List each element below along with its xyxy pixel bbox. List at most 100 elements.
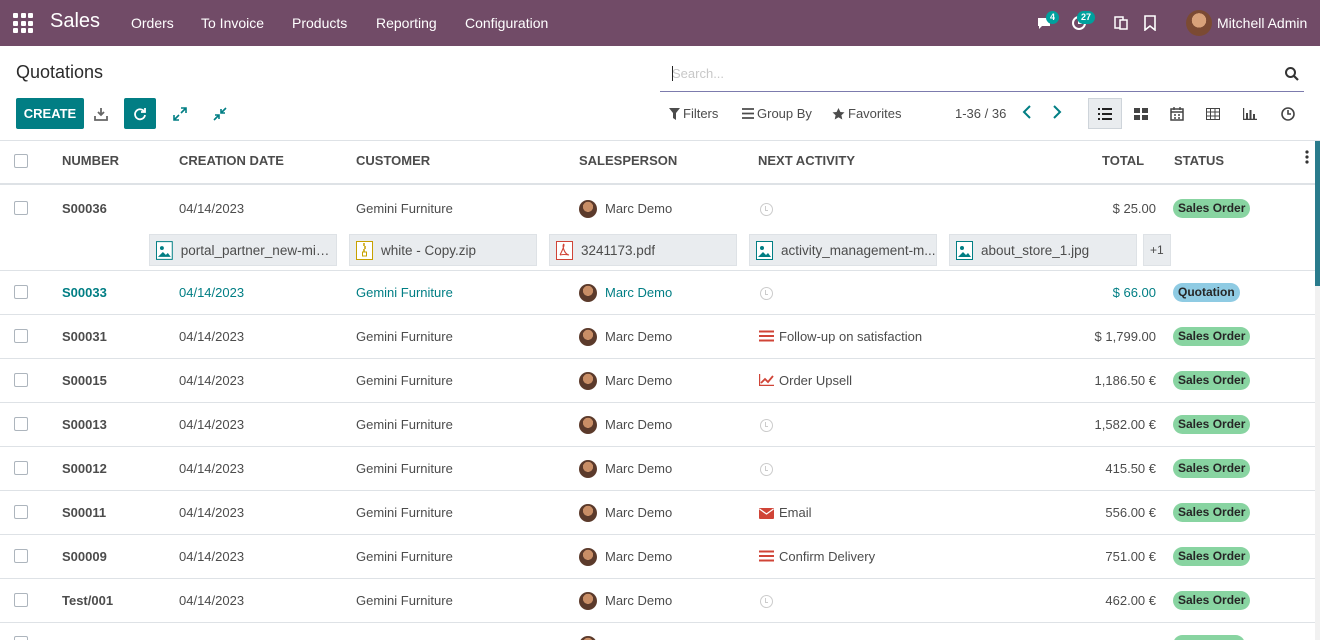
- row-checkbox[interactable]: [14, 373, 28, 387]
- row-checkbox[interactable]: [14, 329, 28, 343]
- avatar: [579, 504, 597, 522]
- row-salesperson: Marc Demo: [605, 373, 673, 388]
- clock-icon[interactable]: [760, 287, 773, 300]
- table-row[interactable]: S00033 04/14/2023 Gemini Furniture Marc …: [0, 271, 1316, 315]
- app-brand[interactable]: Sales: [50, 10, 100, 33]
- star-icon: [832, 107, 845, 119]
- user-avatar[interactable]: [1186, 10, 1212, 36]
- scrollbar-thumb[interactable]: [1315, 141, 1320, 286]
- avatar: [579, 328, 597, 346]
- row-checkbox[interactable]: [14, 461, 28, 475]
- row-checkbox[interactable]: [14, 201, 28, 215]
- header-salesperson[interactable]: SALESPERSON: [579, 153, 677, 168]
- collapse-icon[interactable]: [204, 98, 236, 129]
- calendar-view-icon[interactable]: [1160, 98, 1194, 129]
- clock-icon[interactable]: [760, 203, 773, 216]
- row-date: 04/14/2023: [179, 373, 245, 388]
- status-badge: Sales Order: [1173, 199, 1251, 218]
- attachment-chip[interactable]: 3241173.pdf: [549, 234, 737, 266]
- header-customer[interactable]: CUSTOMER: [356, 153, 430, 168]
- avatar: [579, 284, 597, 302]
- menu-reporting[interactable]: Reporting: [376, 15, 437, 31]
- top-navbar: Sales Orders To Invoice Products Reporti…: [0, 0, 1320, 46]
- optional-columns-icon[interactable]: [1305, 150, 1309, 167]
- table-row[interactable]: S00013 04/14/2023 Gemini Furniture Marc …: [0, 403, 1316, 447]
- table-row[interactable]: S00031 04/14/2023 Gemini Furniture Marc …: [0, 315, 1316, 359]
- attachment-chip[interactable]: about_store_1.jpg: [949, 234, 1137, 266]
- row-checkbox[interactable]: [14, 505, 28, 519]
- row-customer: Gemini Furniture: [356, 549, 453, 564]
- create-button[interactable]: CREATE: [16, 98, 84, 129]
- row-salesperson: Marc Demo: [605, 593, 673, 608]
- apps-menu-icon[interactable]: [13, 13, 33, 33]
- attachment-chip[interactable]: white - Copy.zip: [349, 234, 537, 266]
- kanban-view-icon[interactable]: [1124, 98, 1158, 129]
- attachment-chip[interactable]: portal_partner_new-min....: [149, 234, 337, 266]
- list-icon[interactable]: [759, 550, 774, 565]
- search-icon[interactable]: [1284, 66, 1300, 85]
- filters-button[interactable]: Filters: [669, 106, 718, 121]
- table-row[interactable]: S00015 04/14/2023 Gemini Furniture Marc …: [0, 359, 1316, 403]
- favorites-button[interactable]: Favorites: [832, 106, 901, 121]
- row-number: S00011: [62, 505, 107, 520]
- row-number: S00013: [62, 417, 107, 432]
- clock-icon[interactable]: [760, 419, 773, 432]
- chart-line-icon[interactable]: [758, 374, 774, 389]
- menu-orders[interactable]: Orders: [131, 15, 174, 31]
- header-status[interactable]: STATUS: [1174, 153, 1224, 168]
- pivot-view-icon[interactable]: [1196, 98, 1230, 129]
- list-icon[interactable]: [759, 330, 774, 345]
- row-activity[interactable]: Confirm Delivery: [779, 549, 875, 564]
- table-row[interactable]: Test/001 04/14/2023 Gemini Furniture Mar…: [0, 579, 1316, 623]
- status-badge: Sales Order: [1173, 547, 1251, 566]
- row-checkbox[interactable]: [14, 593, 28, 607]
- language-icon[interactable]: [1113, 15, 1129, 34]
- envelope-icon[interactable]: [759, 507, 774, 522]
- row-number: S00015: [62, 373, 107, 388]
- row-activity[interactable]: Order Upsell: [779, 373, 852, 388]
- row-salesperson: Marc Demo: [605, 329, 673, 344]
- pager-next-icon[interactable]: [1051, 104, 1063, 123]
- graph-view-icon[interactable]: [1233, 98, 1267, 129]
- menu-products[interactable]: Products: [292, 15, 347, 31]
- header-next-activity[interactable]: NEXT ACTIVITY: [758, 153, 855, 168]
- menu-configuration[interactable]: Configuration: [465, 15, 548, 31]
- row-activity[interactable]: Follow-up on satisfaction: [779, 329, 922, 344]
- groupby-button[interactable]: Group By: [742, 106, 812, 121]
- avatar: [579, 372, 597, 390]
- attachment-chip[interactable]: activity_management-m...: [749, 234, 937, 266]
- clock-icon[interactable]: [760, 595, 773, 608]
- table-header: NUMBER CREATION DATE CUSTOMER SALESPERSO…: [0, 141, 1316, 185]
- attachments-more-button[interactable]: +1: [1143, 234, 1171, 266]
- bookmark-icon[interactable]: [1143, 15, 1157, 34]
- row-checkbox[interactable]: [14, 417, 28, 431]
- expand-icon[interactable]: [164, 98, 196, 129]
- pager-previous-icon[interactable]: [1021, 104, 1033, 123]
- header-number[interactable]: NUMBER: [62, 153, 119, 168]
- list-view-icon[interactable]: [1088, 98, 1122, 129]
- status-badge: Sales Order: [1173, 371, 1251, 390]
- search-input[interactable]: [672, 66, 1272, 81]
- row-checkbox[interactable]: [14, 285, 28, 299]
- row-customer: Gemini Furniture: [356, 373, 453, 388]
- user-name[interactable]: Mitchell Admin: [1217, 15, 1307, 31]
- header-creation-date[interactable]: CREATION DATE: [179, 153, 284, 168]
- table-row[interactable]: S00009 04/14/2023 Gemini Furniture Marc …: [0, 535, 1316, 579]
- header-total[interactable]: TOTAL: [1102, 153, 1144, 168]
- table-row[interactable]: [0, 623, 1316, 640]
- clock-icon[interactable]: [760, 463, 773, 476]
- activity-view-icon[interactable]: [1271, 98, 1305, 129]
- table-row[interactable]: S00011 04/14/2023 Gemini Furniture Marc …: [0, 491, 1316, 535]
- row-checkbox[interactable]: [14, 549, 28, 563]
- row-activity[interactable]: Email: [779, 505, 812, 520]
- avatar: [579, 548, 597, 566]
- menu-to-invoice[interactable]: To Invoice: [201, 15, 264, 31]
- select-all-checkbox[interactable]: [14, 154, 28, 168]
- download-icon[interactable]: [85, 98, 117, 129]
- table-row[interactable]: S00012 04/14/2023 Gemini Furniture Marc …: [0, 447, 1316, 491]
- pager-value[interactable]: 1-36 / 36: [955, 106, 1006, 121]
- refresh-icon[interactable]: [124, 98, 156, 129]
- row-checkbox[interactable]: [14, 636, 28, 640]
- image-file-icon: [956, 240, 973, 260]
- attachment-name: about_store_1.jpg: [981, 242, 1090, 258]
